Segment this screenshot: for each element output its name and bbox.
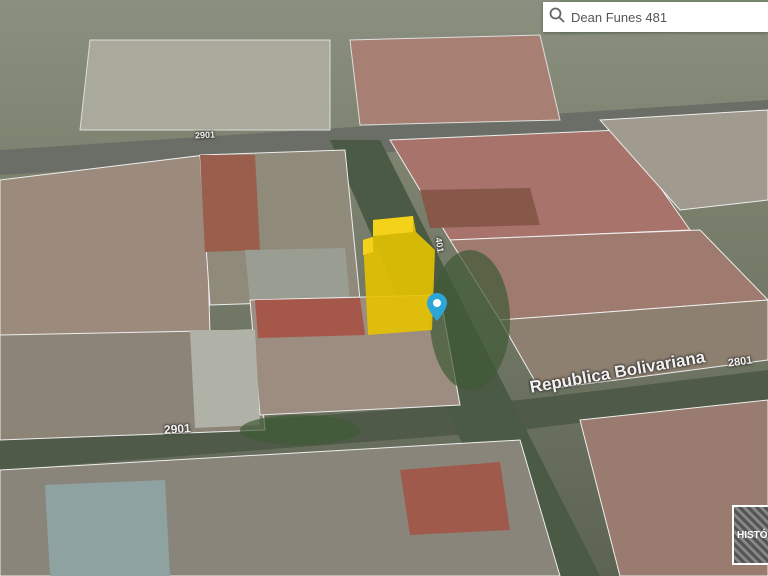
search-icon (549, 7, 565, 28)
history-label: HISTÓRICO (737, 529, 768, 541)
street-number-label: 2901 (163, 421, 192, 437)
aerial-imagery (0, 0, 768, 576)
search-input[interactable] (571, 9, 761, 25)
search-box[interactable] (543, 2, 768, 32)
street-number-label: 2901 (194, 129, 216, 141)
map-3d-view[interactable]: 2901 2901 2801 401 Republica Bolivariana (0, 0, 768, 576)
history-button[interactable]: HISTÓRICO (732, 505, 768, 565)
